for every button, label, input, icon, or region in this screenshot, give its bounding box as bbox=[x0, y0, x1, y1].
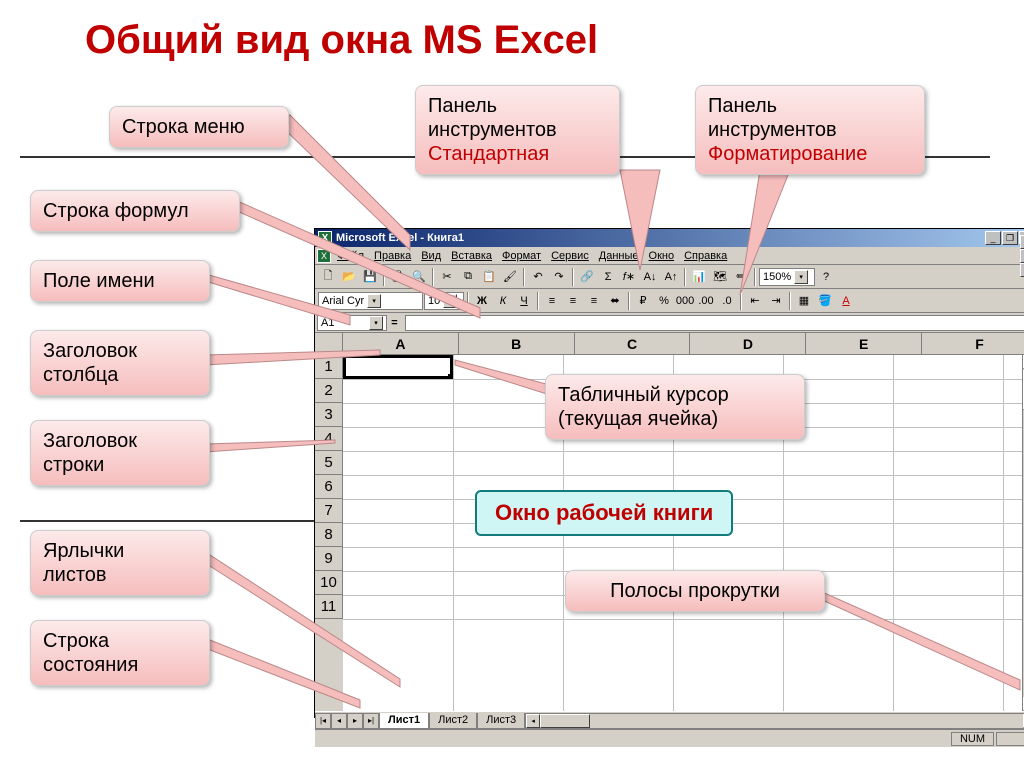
format-painter-icon[interactable]: 🖌 bbox=[500, 267, 520, 287]
col-header-f[interactable]: F bbox=[922, 333, 1024, 355]
callout-std-toolbar: Панель инструментов Стандартная bbox=[415, 85, 620, 175]
callout-sheet-tabs: Ярлычкилистов bbox=[30, 530, 210, 596]
row-header[interactable]: 7 bbox=[315, 499, 343, 523]
scroll-left-icon[interactable]: ◂ bbox=[526, 714, 540, 728]
doc-restore-button[interactable]: ❐ bbox=[1020, 249, 1024, 263]
percent-icon[interactable]: % bbox=[654, 291, 674, 311]
minimize-button[interactable]: _ bbox=[985, 231, 1001, 245]
callout-workbook: Окно рабочей книги bbox=[475, 490, 733, 536]
merge-icon[interactable]: ⬌ bbox=[605, 291, 625, 311]
fill-color-icon[interactable]: 🪣 bbox=[815, 291, 835, 311]
callout-scrollbars: Полосы прокрутки bbox=[565, 570, 825, 612]
last-sheet-icon[interactable]: ▸| bbox=[363, 713, 379, 729]
sheet-tab-3[interactable]: Лист3 bbox=[477, 713, 525, 729]
col-header-b[interactable]: B bbox=[459, 333, 575, 355]
align-center-icon[interactable]: ≡ bbox=[563, 291, 583, 311]
row-header[interactable]: 8 bbox=[315, 523, 343, 547]
callout-menu-row: Строка меню bbox=[109, 106, 289, 148]
hyperlink-icon[interactable]: 🔗 bbox=[577, 267, 597, 287]
doc-minimize-button[interactable]: _ bbox=[1020, 235, 1024, 249]
sheet-tab-2[interactable]: Лист2 bbox=[429, 713, 477, 729]
callout-name-box: Поле имени bbox=[30, 260, 210, 302]
sheet-tab-1[interactable]: Лист1 bbox=[379, 713, 429, 729]
font-color-icon[interactable]: A bbox=[836, 291, 856, 311]
callout-col-header: Заголовокстолбца bbox=[30, 330, 210, 396]
col-header-e[interactable]: E bbox=[806, 333, 922, 355]
status-num: NUM bbox=[951, 732, 994, 746]
menu-format[interactable]: Формат bbox=[502, 250, 541, 262]
status-bar: NUM bbox=[315, 729, 1024, 747]
redo-icon[interactable]: ↷ bbox=[549, 267, 569, 287]
status-pane bbox=[996, 732, 1024, 746]
formula-input[interactable] bbox=[405, 315, 1024, 331]
align-right-icon[interactable]: ≡ bbox=[584, 291, 604, 311]
help-icon[interactable]: ? bbox=[816, 267, 836, 287]
row-header[interactable]: 3 bbox=[315, 403, 343, 427]
currency-icon[interactable]: ₽ bbox=[633, 291, 653, 311]
maximize-button[interactable]: ❐ bbox=[1002, 231, 1018, 245]
callout-fmt-toolbar: Панель инструментов Форматирование bbox=[695, 85, 925, 175]
slide-title: Общий вид окна MS Excel bbox=[85, 18, 598, 63]
menu-tools[interactable]: Сервис bbox=[551, 250, 589, 262]
callout-status-row: Строкасостояния bbox=[30, 620, 210, 686]
align-left-icon[interactable]: ≡ bbox=[542, 291, 562, 311]
callout-row-header: Заголовокстроки bbox=[30, 420, 210, 486]
row-header[interactable]: 6 bbox=[315, 475, 343, 499]
undo-icon[interactable]: ↶ bbox=[528, 267, 548, 287]
underline-icon[interactable]: Ч bbox=[514, 291, 534, 311]
doc-close-button[interactable]: × bbox=[1020, 263, 1024, 277]
italic-icon[interactable]: К bbox=[493, 291, 513, 311]
callout-formula-row: Строка формул bbox=[30, 190, 240, 232]
col-header-d[interactable]: D bbox=[690, 333, 806, 355]
comma-icon[interactable]: 000 bbox=[675, 291, 695, 311]
inc-decimal-icon[interactable]: .00 bbox=[696, 291, 716, 311]
hscroll-thumb[interactable] bbox=[540, 714, 590, 728]
callout-cursor: Табличный курсор (текущая ячейка) bbox=[545, 374, 805, 440]
chart-icon[interactable]: 📊 bbox=[689, 267, 709, 287]
horizontal-scrollbar[interactable]: ◂ ▸ bbox=[525, 713, 1024, 729]
col-header-c[interactable]: C bbox=[575, 333, 691, 355]
